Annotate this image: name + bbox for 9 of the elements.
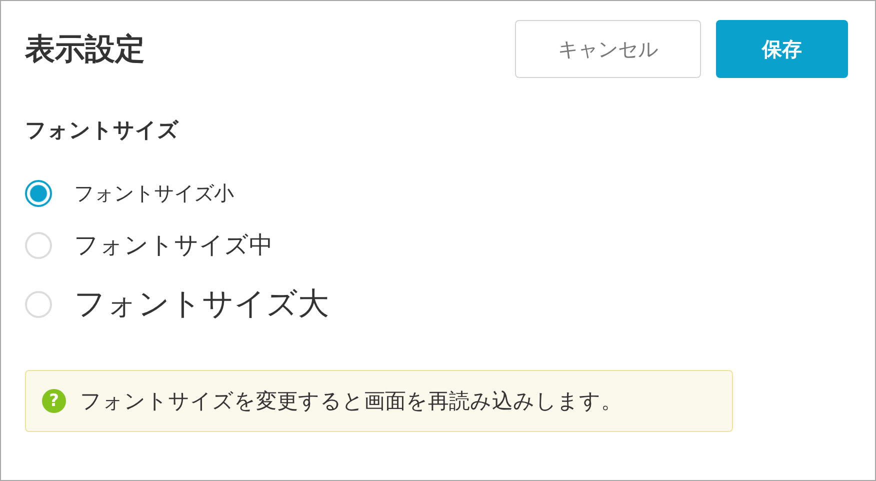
- notice-text: フォントサイズを変更すると画面を再読み込みします。: [80, 388, 622, 415]
- option-label[interactable]: フォントサイズ小: [74, 180, 234, 207]
- help-icon: ?: [42, 389, 66, 413]
- section-heading: フォントサイズ: [25, 117, 180, 144]
- cancel-button[interactable]: キャンセル: [515, 20, 701, 78]
- page-title: 表示設定: [25, 30, 145, 68]
- option-label[interactable]: フォントサイズ大: [74, 283, 329, 325]
- option-label[interactable]: フォントサイズ中: [74, 229, 273, 261]
- radio-button[interactable]: [25, 180, 52, 207]
